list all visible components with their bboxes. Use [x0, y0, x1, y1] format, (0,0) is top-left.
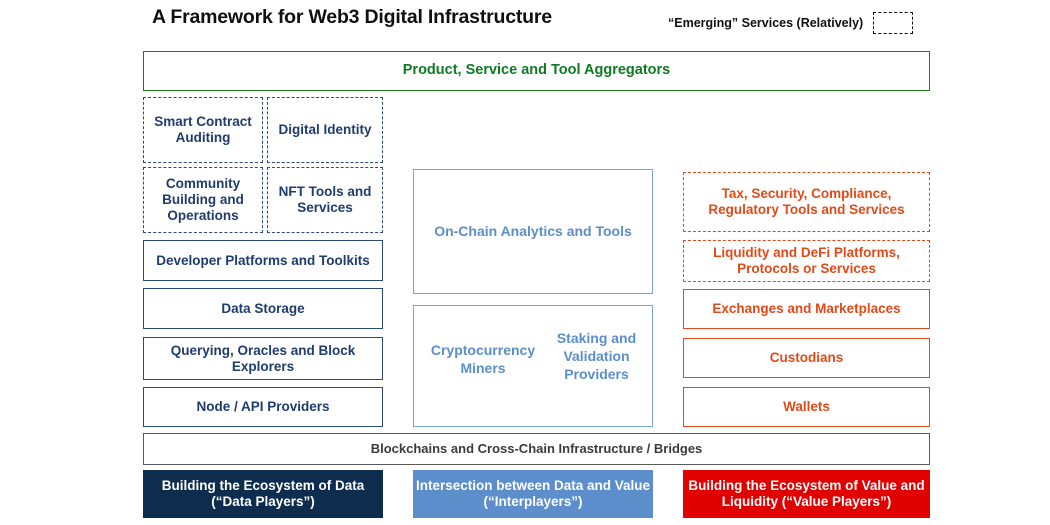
data-node-api-providers: Node / API Providers — [143, 387, 383, 427]
data-querying-oracles-explorers: Querying, Oracles and Block Explorers — [143, 337, 383, 380]
box-label: Exchanges and Marketplaces — [712, 301, 901, 317]
legend: “Emerging” Services (Relatively) — [668, 12, 914, 34]
box-label: Liquidity and DeFi Platforms, Protocols … — [713, 245, 900, 276]
legend-dashed-swatch — [873, 12, 914, 34]
box-label: Tax, Security, Compliance, Regulatory To… — [708, 186, 905, 217]
box-label: Community Building and Operations — [162, 176, 244, 223]
footer-label: Intersection between Data and Value (“In… — [415, 477, 651, 509]
aggregator-bar: Product, Service and Tool Aggregators — [143, 51, 930, 91]
box-label: Smart Contract Auditing — [154, 114, 252, 145]
box-label: Node / API Providers — [196, 399, 330, 415]
interplayers-on-chain-analytics: On-Chain Analytics and Tools — [413, 169, 653, 294]
box-label: Developer Platforms and Toolkits — [156, 252, 370, 268]
footer-label: Building the Ecosystem of Data (“Data Pl… — [161, 477, 365, 509]
interplayers-cryptocurrency-miners-label: Cryptocurrency Miners — [430, 342, 536, 376]
base-layer-label: Blockchains and Cross-Chain Infrastructu… — [370, 441, 703, 457]
data-emerging-digital-identity: Digital Identity — [267, 97, 383, 163]
page-title: A Framework for Web3 Digital Infrastruct… — [152, 6, 552, 28]
data-data-storage: Data Storage — [143, 288, 383, 329]
interplayers-miners-and-stakers: Cryptocurrency Miners Staking and Valida… — [413, 305, 653, 427]
box-label: NFT Tools and Services — [278, 184, 372, 215]
box-label: On-Chain Analytics and Tools — [434, 223, 632, 240]
footer-data-players: Building the Ecosystem of Data (“Data Pl… — [143, 470, 383, 518]
value-wallets: Wallets — [683, 387, 930, 427]
footer-interplayers: Intersection between Data and Value (“In… — [413, 470, 653, 518]
box-label: Digital Identity — [278, 122, 372, 138]
base-layer-bar: Blockchains and Cross-Chain Infrastructu… — [143, 433, 930, 465]
data-emerging-nft-tools: NFT Tools and Services — [267, 167, 383, 233]
legend-label: “Emerging” Services (Relatively) — [668, 16, 864, 30]
value-emerging-tax-security-compliance: Tax, Security, Compliance, Regulatory To… — [683, 172, 930, 232]
value-custodians: Custodians — [683, 338, 930, 378]
box-label: Wallets — [783, 399, 830, 415]
footer-value-players: Building the Ecosystem of Value and Liqu… — [683, 470, 930, 518]
value-exchanges-marketplaces: Exchanges and Marketplaces — [683, 289, 930, 329]
data-emerging-smart-contract-auditing: Smart Contract Auditing — [143, 97, 263, 163]
box-label: Data Storage — [221, 300, 305, 316]
aggregator-label: Product, Service and Tool Aggregators — [402, 62, 671, 79]
framework-diagram: A Framework for Web3 Digital Infrastruct… — [0, 0, 1050, 525]
interplayers-staking-validation-label: Staking and Validation Providers — [556, 330, 637, 382]
data-developer-platforms: Developer Platforms and Toolkits — [143, 240, 383, 281]
box-label: Custodians — [769, 350, 844, 366]
box-label: Querying, Oracles and Block Explorers — [170, 342, 356, 374]
footer-label: Building the Ecosystem of Value and Liqu… — [688, 477, 925, 509]
value-emerging-liquidity-defi: Liquidity and DeFi Platforms, Protocols … — [683, 240, 930, 282]
data-emerging-community-building: Community Building and Operations — [143, 167, 263, 233]
